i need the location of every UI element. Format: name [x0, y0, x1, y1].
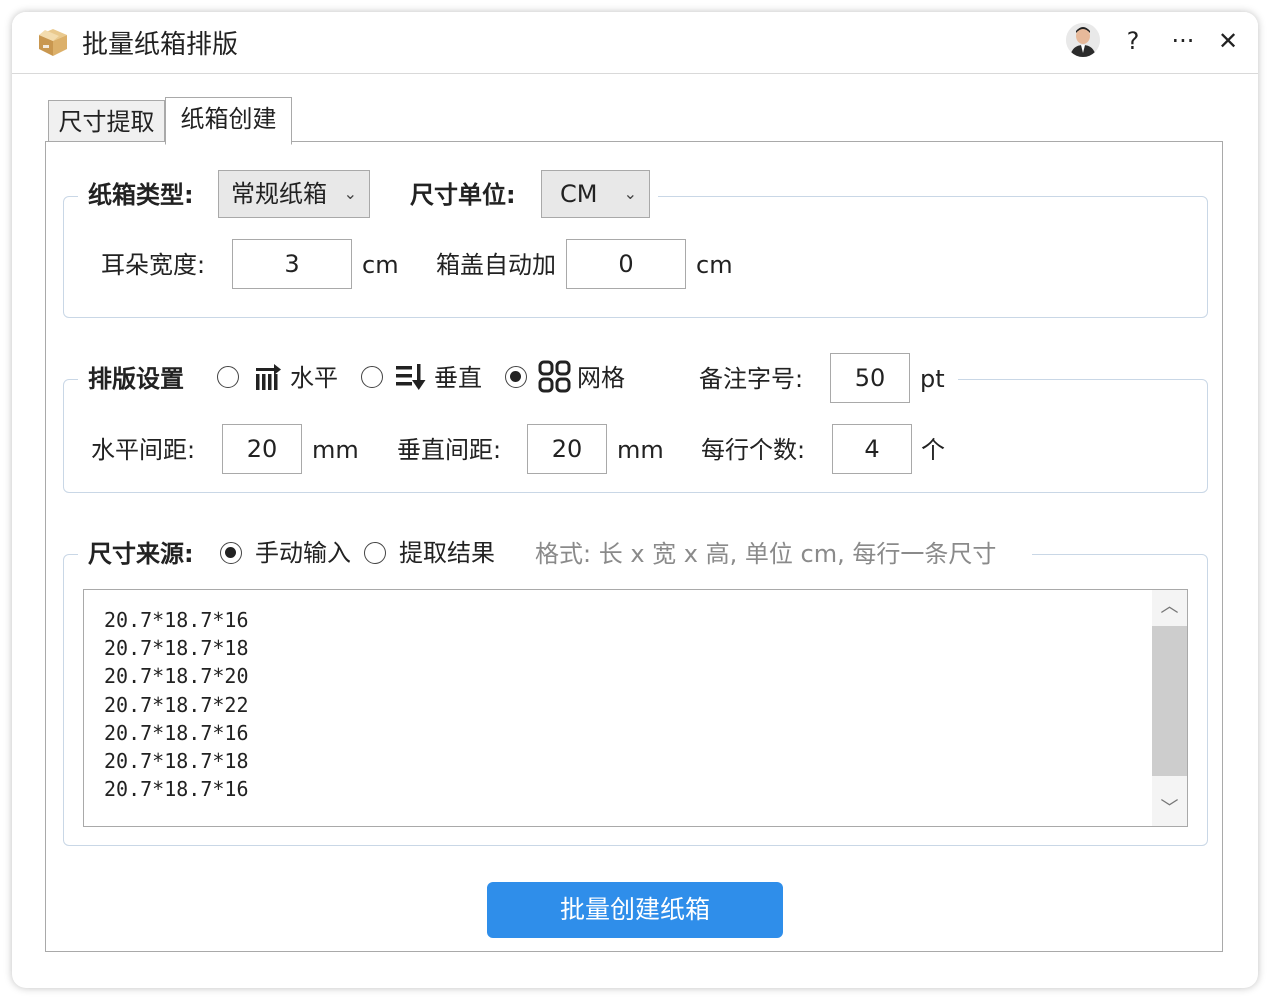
more-button[interactable]: ···	[1163, 22, 1203, 60]
size-textarea[interactable]: 20.7*18.7*16 20.7*18.7*18 20.7*18.7*20 2…	[83, 589, 1188, 827]
lid-label: 箱盖自动加	[436, 251, 556, 279]
layout-grid-label: 网格	[577, 364, 625, 392]
layout-horizontal-radio[interactable]	[217, 366, 239, 388]
layout-title: 排版设置	[88, 365, 184, 393]
per-row-input[interactable]: 4	[832, 424, 912, 474]
per-row-label: 每行个数:	[701, 436, 806, 464]
extract-result-label: 提取结果	[399, 539, 495, 567]
vertical-layout-icon	[396, 364, 426, 390]
avatar[interactable]	[1066, 23, 1100, 57]
window-title: 批量纸箱排版	[82, 30, 239, 60]
h-spacing-label: 水平间距:	[91, 436, 196, 464]
ear-width-input[interactable]: 3	[232, 239, 352, 289]
chevron-down-icon[interactable]: ﹀	[1152, 794, 1187, 824]
vertical-scrollbar[interactable]: ︿ ﹀	[1152, 590, 1187, 826]
v-spacing-unit: mm	[617, 436, 664, 464]
user-avatar-icon	[1066, 23, 1100, 57]
v-spacing-input[interactable]: 20	[527, 424, 607, 474]
layout-vertical-radio[interactable]	[361, 366, 383, 388]
v-spacing-label: 垂直间距:	[397, 436, 502, 464]
note-font-input[interactable]: 50	[830, 353, 910, 403]
per-row-unit: 个	[921, 436, 945, 464]
ear-width-label: 耳朵宽度:	[101, 251, 206, 279]
manual-input-label: 手动输入	[255, 539, 351, 567]
manual-input-radio[interactable]	[220, 542, 242, 564]
size-lines: 20.7*18.7*16 20.7*18.7*18 20.7*18.7*20 2…	[104, 606, 249, 803]
ear-width-unit: cm	[362, 251, 399, 279]
size-line: 20.7*18.7*16	[104, 777, 249, 802]
size-line: 20.7*18.7*16	[104, 608, 249, 632]
h-spacing-unit: mm	[312, 436, 359, 464]
size-line: 20.7*18.7*18	[104, 749, 249, 774]
lid-unit: cm	[696, 251, 733, 279]
box-type-select[interactable]: 常规纸箱 ⌄	[218, 170, 370, 218]
horizontal-layout-icon	[256, 364, 281, 390]
size-line: 20.7*18.7*16	[104, 720, 249, 745]
close-button[interactable]: ✕	[1208, 22, 1248, 60]
unit-value: CM	[560, 180, 598, 208]
h-spacing-input[interactable]: 20	[222, 424, 302, 474]
size-line: 20.7*18.7*20	[104, 664, 249, 689]
grid-layout-icon	[538, 360, 571, 393]
help-button[interactable]: ?	[1113, 22, 1153, 60]
title-bar: 批量纸箱排版 ? ··· ✕	[12, 12, 1258, 74]
unit-label: 尺寸单位:	[410, 181, 516, 209]
chevron-down-icon: ⌄	[343, 184, 357, 203]
layout-horizontal-label: 水平	[290, 364, 338, 392]
note-font-label: 备注字号:	[699, 365, 804, 393]
tab-box-create[interactable]: 纸箱创建	[165, 97, 292, 145]
box-icon	[39, 29, 67, 56]
tab-size-extract[interactable]: 尺寸提取	[48, 100, 165, 143]
scroll-thumb[interactable]	[1152, 626, 1187, 776]
box-type-label: 纸箱类型:	[88, 181, 194, 209]
note-font-unit: pt	[920, 365, 945, 393]
box-type-value: 常规纸箱	[231, 180, 327, 208]
unit-select[interactable]: CM ⌄	[541, 170, 650, 218]
app-window: 批量纸箱排版 ? ··· ✕ 尺寸提取 纸箱创建 纸箱类型: 常规纸箱 ⌄ 尺寸…	[12, 12, 1258, 988]
chevron-down-icon: ⌄	[623, 184, 637, 203]
chevron-up-icon[interactable]: ︿	[1152, 592, 1187, 622]
extract-result-radio[interactable]	[364, 542, 386, 564]
size-line: 20.7*18.7*18	[104, 636, 249, 661]
lid-input[interactable]: 0	[566, 239, 686, 289]
source-title: 尺寸来源:	[88, 540, 194, 568]
format-hint: 格式: 长 x 宽 x 高, 单位 cm, 每行一条尺寸	[535, 540, 997, 568]
layout-vertical-label: 垂直	[434, 364, 482, 392]
batch-create-button[interactable]: 批量创建纸箱	[487, 882, 783, 938]
layout-grid-radio[interactable]	[505, 366, 527, 388]
size-line: 20.7*18.7*22	[104, 692, 249, 717]
